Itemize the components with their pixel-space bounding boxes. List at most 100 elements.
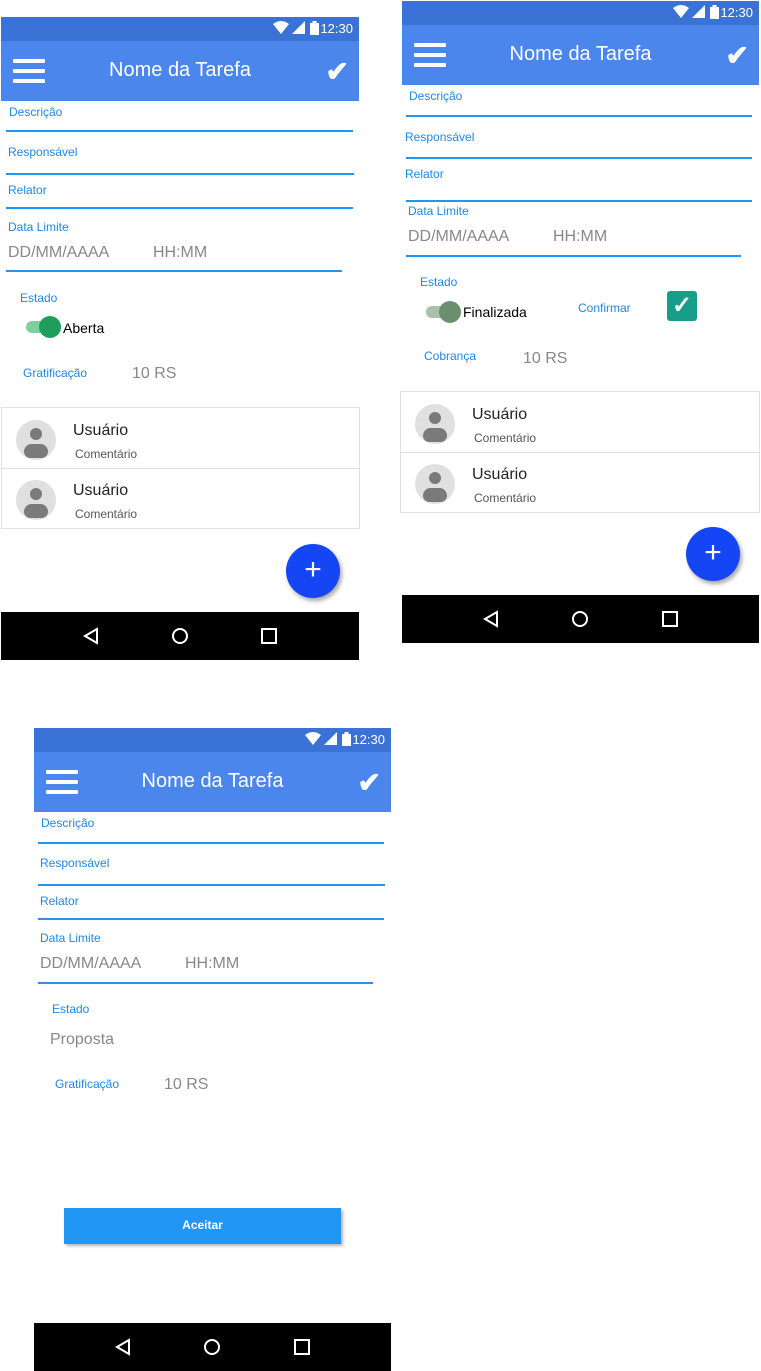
data-limite-line [38,982,373,984]
descricao-field[interactable] [6,130,353,132]
relator-label: Relator [405,167,444,181]
task-title: Nome da Tarefa [509,43,652,65]
battery-icon [710,5,719,19]
task-title: Nome da Tarefa [109,59,251,81]
status-bar: 12:30 [402,1,759,25]
data-limite-label: Data Limite [8,220,69,234]
estado-toggle[interactable] [26,316,61,338]
list-item[interactable]: Usuário Comentário [2,408,359,469]
relator-label: Relator [40,894,79,908]
time-input[interactable]: HH:MM [153,244,207,262]
date-input[interactable]: DD/MM/AAAA [408,228,509,246]
wifi-icon [672,5,689,18]
estado-value: Finalizada [463,304,527,320]
time-input[interactable]: HH:MM [185,955,239,973]
back-icon[interactable] [113,1337,133,1357]
add-button[interactable]: + [286,544,340,598]
app-bar: Nome da Tarefa ✔ [402,25,759,85]
responsavel-label: Responsável [8,145,78,159]
data-limite-label: Data Limite [40,931,101,945]
list-item[interactable]: Usuário Comentário [2,468,359,528]
back-icon[interactable] [81,626,101,646]
confirmar-checkbox[interactable]: ✓ [667,291,697,321]
nav-bar [402,595,759,643]
status-time: 12:30 [720,5,753,20]
signal-icon [292,21,306,34]
descricao-field[interactable] [38,842,384,844]
comment-user: Usuário [472,406,528,423]
descricao-label: Descrição [9,105,63,119]
screen-proposta: 12:30 Nome da Tarefa ✔ Descrição Respons… [34,728,391,1371]
list-item[interactable]: Usuário Comentário [401,452,759,512]
data-limite-label: Data Limite [408,204,469,218]
signal-icon [324,732,338,745]
responsavel-field[interactable] [406,157,752,159]
cobranca-label: Cobrança [424,349,477,363]
comment-text: Comentário [474,431,537,445]
relator-field[interactable] [38,918,384,920]
comment-text: Comentário [75,447,138,461]
responsavel-field[interactable] [38,884,385,886]
time-input[interactable]: HH:MM [553,228,607,246]
status-bar: 12:30 [34,728,391,752]
check-icon[interactable]: ✔ [726,39,749,72]
app-bar: Nome da Tarefa ✔ [34,752,391,812]
estado-label: Estado [52,1002,90,1016]
recent-apps-icon[interactable] [259,626,279,646]
wifi-icon [304,732,321,745]
recent-apps-icon[interactable] [292,1337,312,1357]
list-item[interactable]: Usuário Comentário [401,392,759,453]
back-icon[interactable] [481,609,501,629]
relator-field[interactable] [406,200,752,202]
avatar-icon [415,464,455,504]
recent-apps-icon[interactable] [660,609,680,629]
estado-label: Estado [420,275,458,289]
check-icon[interactable]: ✔ [358,766,381,799]
add-button[interactable]: + [686,527,740,581]
estado-value: Proposta [50,1031,115,1048]
status-time: 12:30 [320,21,353,36]
estado-value: Aberta [63,320,105,336]
data-limite-line [6,270,342,272]
gratificacao-value: 10 RS [132,365,177,382]
descricao-label: Descrição [409,89,463,103]
home-icon[interactable] [170,626,190,646]
date-input[interactable]: DD/MM/AAAA [8,244,109,262]
descricao-field[interactable] [406,115,752,117]
status-bar: 12:30 [1,17,359,41]
estado-toggle[interactable] [426,301,461,323]
gratificacao-value: 10 RS [164,1076,209,1093]
responsavel-label: Responsável [40,856,110,870]
responsavel-field[interactable] [6,173,354,175]
home-icon[interactable] [202,1337,222,1357]
nav-bar [1,612,359,660]
nav-bar [34,1323,391,1371]
screen-aberta: 12:30 Nome da Tarefa ✔ Descrição Respons… [1,17,360,660]
app-bar: Nome da Tarefa ✔ [1,41,359,101]
signal-icon [692,5,706,18]
accept-button[interactable]: Aceitar [64,1208,341,1244]
descricao-label: Descrição [41,816,95,830]
home-icon[interactable] [570,609,590,629]
estado-label: Estado [20,291,58,305]
data-limite-line [406,255,741,257]
relator-field[interactable] [6,207,353,209]
comment-user: Usuário [73,422,129,439]
check-icon[interactable]: ✔ [326,55,349,88]
avatar-icon [16,420,56,460]
add-icon: + [304,553,322,586]
gratificacao-label: Gratificação [55,1077,120,1091]
task-title: Nome da Tarefa [141,770,284,792]
screen-finalizada: 12:30 Nome da Tarefa ✔ Descrição Respons… [400,1,760,643]
confirmar-label: Confirmar [578,301,631,315]
date-input[interactable]: DD/MM/AAAA [40,955,141,973]
battery-icon [310,21,319,35]
comment-list: Usuário Comentário Usuário Comentário [1,407,360,529]
wifi-icon [272,21,289,34]
comment-text: Comentário [75,507,138,521]
relator-label: Relator [8,183,47,197]
avatar-icon [16,480,56,520]
comment-text: Comentário [474,491,537,505]
battery-icon [342,732,351,746]
avatar-icon [415,404,455,444]
